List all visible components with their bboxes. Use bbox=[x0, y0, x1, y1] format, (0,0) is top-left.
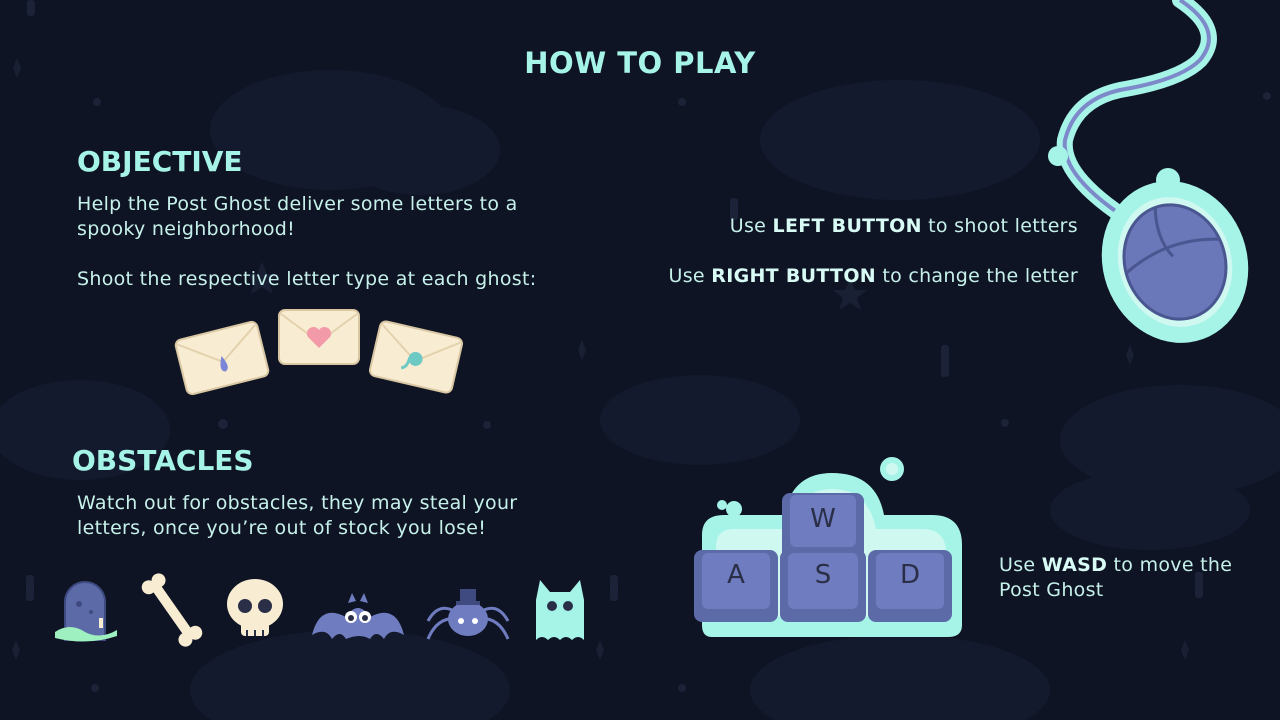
wasd-post: to move the bbox=[1107, 554, 1233, 576]
envelope-drop-icon bbox=[174, 320, 270, 396]
ghost-cat-icon bbox=[536, 580, 584, 640]
obstacles-heading: OBSTACLES bbox=[72, 444, 254, 477]
right-button-key: RIGHT BUTTON bbox=[711, 265, 876, 287]
mouse-left-instruction: Use LEFT BUTTON to shoot letters bbox=[730, 214, 1078, 239]
objective-text: Help the Post Ghost deliver some letters… bbox=[77, 192, 518, 242]
wasd-line-2: Post Ghost bbox=[999, 579, 1104, 601]
spider-icon bbox=[426, 589, 510, 640]
letters-group bbox=[174, 309, 464, 396]
obstacles-line-1: Watch out for obstacles, they may steal … bbox=[77, 492, 518, 514]
key-s: S bbox=[780, 550, 866, 622]
wasd-instruction: Use WASD to move the Post Ghost bbox=[999, 553, 1232, 603]
mouse-right-pre: Use bbox=[668, 265, 712, 287]
wasd-keys: W A S D bbox=[694, 457, 962, 637]
mouse-icon bbox=[1048, 0, 1249, 343]
key-s-label: S bbox=[815, 560, 832, 590]
wasd-pre: Use bbox=[999, 554, 1042, 576]
key-a-label: A bbox=[727, 560, 745, 590]
obstacles-row bbox=[55, 573, 584, 647]
key-d-label: D bbox=[900, 560, 920, 590]
key-d: D bbox=[868, 550, 952, 622]
mouse-left-pre: Use bbox=[729, 215, 773, 237]
mouse-right-instruction: Use RIGHT BUTTON to change the letter bbox=[669, 264, 1078, 289]
tombstone-icon bbox=[55, 581, 117, 642]
obstacles-line-2: letters, once you’re out of stock you lo… bbox=[77, 517, 487, 539]
objective-instruction: Shoot the respective letter type at each… bbox=[77, 268, 537, 290]
left-button-key: LEFT BUTTON bbox=[772, 215, 922, 237]
objective-line-2: spooky neighborhood! bbox=[77, 218, 296, 240]
key-w-label: W bbox=[810, 504, 836, 534]
bone-icon bbox=[141, 573, 203, 647]
objective-line-1: Help the Post Ghost deliver some letters… bbox=[77, 193, 518, 215]
envelope-heart-icon bbox=[278, 309, 360, 365]
wasd-key: WASD bbox=[1041, 554, 1108, 576]
skull-icon bbox=[227, 579, 283, 636]
obstacles-text: Watch out for obstacles, they may steal … bbox=[77, 491, 517, 541]
key-a: A bbox=[694, 550, 778, 622]
bat-icon bbox=[312, 593, 404, 639]
wasd-line-1: Use WASD to move the bbox=[999, 553, 1232, 578]
objective-heading: OBJECTIVE bbox=[77, 145, 243, 178]
envelope-comma-icon bbox=[368, 320, 464, 394]
